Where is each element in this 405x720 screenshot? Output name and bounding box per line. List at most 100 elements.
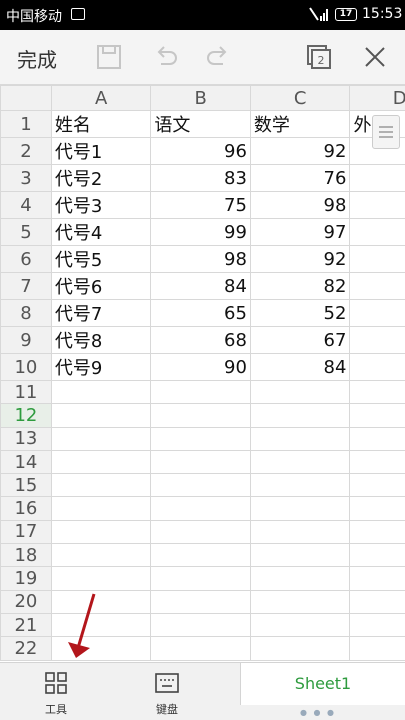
row-header[interactable]: 14: [0, 449, 52, 475]
cell[interactable]: [249, 612, 351, 638]
cell[interactable]: [249, 496, 351, 521]
cell[interactable]: [50, 426, 152, 451]
row-header[interactable]: 18: [0, 543, 52, 568]
row-header[interactable]: 8: [0, 299, 52, 327]
cell[interactable]: [150, 543, 251, 568]
cell[interactable]: [349, 636, 405, 661]
cell[interactable]: [349, 403, 405, 428]
cell[interactable]: 68: [150, 326, 251, 354]
cell[interactable]: [349, 449, 405, 475]
cell[interactable]: [249, 543, 351, 568]
cell[interactable]: [349, 566, 405, 591]
sheet-table[interactable]: ABCD1姓名语文数学外语2代号19692703代号28376894代号3759…: [0, 85, 405, 661]
cell[interactable]: [349, 543, 405, 568]
cell[interactable]: [50, 403, 152, 428]
cell[interactable]: 99: [150, 218, 251, 246]
cell[interactable]: 代号7: [50, 299, 152, 327]
row-header[interactable]: 7: [0, 272, 52, 300]
cell[interactable]: 76: [249, 164, 351, 192]
cell[interactable]: 87: [349, 191, 405, 219]
multi-window-icon[interactable]: 2: [306, 44, 332, 70]
cell[interactable]: [249, 426, 351, 451]
row-header[interactable]: 6: [0, 245, 52, 273]
row-header[interactable]: 19: [0, 566, 52, 591]
cell[interactable]: [349, 379, 405, 405]
row-header[interactable]: 17: [0, 519, 52, 545]
cell[interactable]: [150, 589, 251, 614]
row-header[interactable]: 13: [0, 426, 52, 451]
column-header[interactable]: B: [150, 85, 251, 111]
cell[interactable]: 代号8: [50, 326, 152, 354]
cell[interactable]: 75: [150, 191, 251, 219]
cell[interactable]: 65: [150, 299, 251, 327]
cell[interactable]: [150, 426, 251, 451]
cell[interactable]: [50, 543, 152, 568]
row-header[interactable]: 16: [0, 496, 52, 521]
cell[interactable]: 83: [150, 164, 251, 192]
cell[interactable]: 89: [349, 164, 405, 192]
cell[interactable]: 98: [150, 245, 251, 273]
column-header[interactable]: A: [50, 85, 152, 111]
cell[interactable]: [50, 449, 152, 475]
cell[interactable]: [249, 636, 351, 661]
row-header[interactable]: 9: [0, 326, 52, 354]
column-header[interactable]: C: [249, 85, 351, 111]
tools-button[interactable]: 工具: [26, 671, 86, 717]
cell[interactable]: 88: [349, 272, 405, 300]
cell[interactable]: 姓名: [50, 110, 152, 138]
redo-icon[interactable]: [206, 44, 232, 70]
undo-icon[interactable]: [152, 44, 178, 70]
cell[interactable]: 代号3: [50, 191, 152, 219]
cell[interactable]: [249, 403, 351, 428]
cell[interactable]: [150, 566, 251, 591]
column-header[interactable]: D: [349, 85, 405, 111]
row-header[interactable]: 5: [0, 218, 52, 246]
cell[interactable]: [249, 566, 351, 591]
cell[interactable]: [150, 636, 251, 661]
cell[interactable]: [349, 473, 405, 498]
row-header[interactable]: 20: [0, 589, 52, 614]
save-icon[interactable]: [96, 44, 122, 70]
cell[interactable]: 98: [249, 191, 351, 219]
row-header[interactable]: 11: [0, 379, 52, 405]
cell[interactable]: [150, 403, 251, 428]
cell[interactable]: 32: [349, 299, 405, 327]
row-header[interactable]: 1: [0, 110, 52, 138]
cell[interactable]: [150, 473, 251, 498]
row-header[interactable]: 12: [0, 403, 52, 428]
cell[interactable]: [50, 566, 152, 591]
row-header[interactable]: 21: [0, 612, 52, 638]
cell[interactable]: [249, 519, 351, 545]
row-header[interactable]: 10: [0, 353, 52, 381]
cell[interactable]: 96: [349, 218, 405, 246]
cell[interactable]: [249, 379, 351, 405]
cell[interactable]: 77: [349, 326, 405, 354]
cell[interactable]: [50, 496, 152, 521]
cell[interactable]: [349, 519, 405, 545]
cell[interactable]: [50, 473, 152, 498]
cell[interactable]: [349, 496, 405, 521]
keyboard-button[interactable]: 键盘: [137, 671, 197, 717]
cell[interactable]: [249, 449, 351, 475]
cell[interactable]: [349, 426, 405, 451]
cell[interactable]: [50, 519, 152, 545]
cell[interactable]: [150, 449, 251, 475]
cell[interactable]: [249, 589, 351, 614]
row-header[interactable]: 4: [0, 191, 52, 219]
cell[interactable]: [349, 612, 405, 638]
cell[interactable]: [249, 473, 351, 498]
cell[interactable]: [349, 589, 405, 614]
cell[interactable]: [150, 496, 251, 521]
sheet-tab[interactable]: Sheet1: [240, 663, 405, 705]
cell[interactable]: [150, 519, 251, 545]
cell[interactable]: [150, 379, 251, 405]
cell[interactable]: 52: [249, 299, 351, 327]
cell[interactable]: 代号9: [50, 353, 152, 381]
cell[interactable]: [50, 379, 152, 405]
cell[interactable]: 代号4: [50, 218, 152, 246]
cell[interactable]: 67: [249, 326, 351, 354]
row-header[interactable]: 3: [0, 164, 52, 192]
cell[interactable]: 82: [249, 272, 351, 300]
close-icon[interactable]: [362, 44, 388, 70]
row-header[interactable]: 22: [0, 636, 52, 661]
